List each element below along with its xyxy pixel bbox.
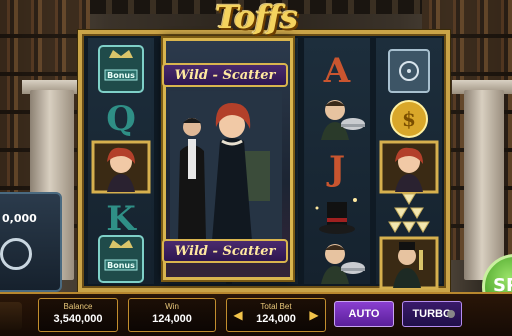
svg-text:Bonus: Bonus <box>107 261 135 270</box>
bonus-crown-icon: Bonus <box>91 230 151 288</box>
lady-and-gentleman-artwork <box>170 91 282 241</box>
vault-amount: 0,000 <box>2 212 37 225</box>
reel-1: Bonus Q K Bonus <box>88 38 154 284</box>
balance-label: Balance <box>63 302 93 311</box>
game-logo: Toffs <box>214 0 298 36</box>
gentleman-portrait-icon <box>379 234 439 292</box>
lady-portrait-icon <box>91 138 151 196</box>
auto-button[interactable]: AUTO <box>334 301 394 327</box>
win-label: Win <box>165 302 179 311</box>
reel-5: $ <box>376 38 442 290</box>
balance-panel: Balance 3,540,000 <box>38 298 118 332</box>
total-bet-panel: ◀ Total Bet 124,000 ▶ <box>226 298 326 332</box>
butler-icon <box>307 234 367 292</box>
bet-increase-icon[interactable]: ▶ <box>306 303 322 327</box>
win-panel: Win 124,000 <box>128 298 216 332</box>
svg-text:$: $ <box>402 107 416 131</box>
game-stage: Toffs Bonus Q K Bonus A J $ Wild - Scatt… <box>0 0 512 336</box>
vault-dial-icon <box>0 238 32 270</box>
turbo-indicator-icon <box>447 310 455 318</box>
win-value: 124,000 <box>152 313 192 325</box>
wild-scatter-expanded: Wild - Scatter Wild - Scatter <box>162 38 293 280</box>
bottom-control-bar: Balance 3,540,000 Win 124,000 ◀ Total Be… <box>0 292 512 336</box>
menu-tab[interactable] <box>0 302 22 330</box>
turbo-label: TURBO <box>412 308 452 320</box>
balance-value: 3,540,000 <box>53 313 103 325</box>
bet-decrease-icon[interactable]: ◀ <box>230 303 246 327</box>
wild-scatter-banner-bottom: Wild - Scatter <box>162 239 288 263</box>
wild-scatter-banner-top: Wild - Scatter <box>162 63 288 87</box>
marble-column-right <box>464 90 504 280</box>
turbo-button[interactable]: TURBO <box>402 301 462 327</box>
svg-text:Bonus: Bonus <box>107 71 135 80</box>
side-vault-panel: 0,000 <box>0 192 62 292</box>
reel-4: A J <box>304 38 370 284</box>
